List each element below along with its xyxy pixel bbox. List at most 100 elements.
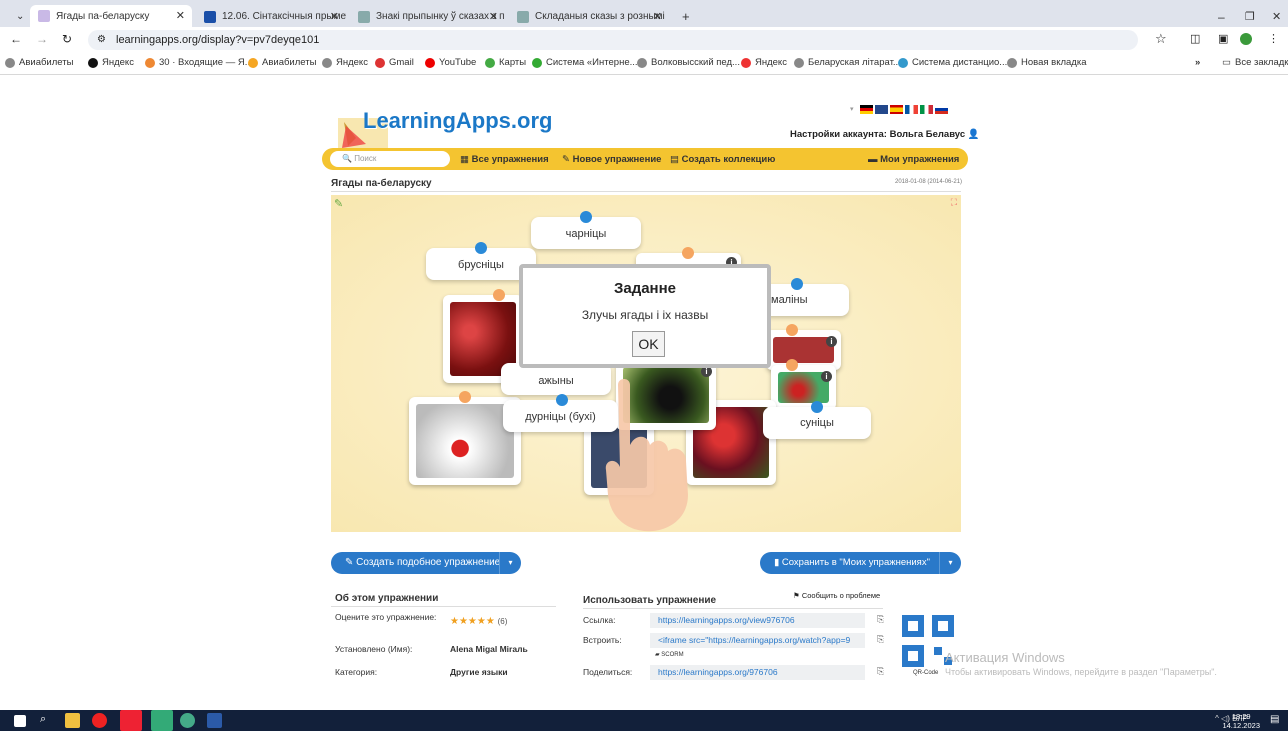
file-explorer-icon[interactable] bbox=[65, 713, 80, 728]
scorm-link[interactable]: ▰ SCORM bbox=[655, 651, 684, 658]
windows-start-icon[interactable] bbox=[14, 715, 26, 727]
info-icon[interactable]: i bbox=[826, 336, 837, 347]
language-dropdown-icon[interactable]: ▾ bbox=[850, 105, 858, 114]
nav-all-exercises[interactable]: ▦ Все упражнения bbox=[460, 154, 549, 165]
minimize-icon[interactable]: – bbox=[1210, 6, 1233, 27]
sidepanel-icon[interactable]: ▣ bbox=[1218, 32, 1228, 45]
rating-stars[interactable]: ★★★★★ (6) bbox=[450, 616, 507, 627]
bookmark-item[interactable]: Авиабилеты bbox=[248, 57, 316, 68]
close-icon[interactable]: ✕ bbox=[176, 9, 185, 22]
category-value[interactable]: Другие языки bbox=[450, 667, 508, 677]
about-heading: Об этом упражнении bbox=[335, 593, 439, 604]
connector-dot[interactable] bbox=[556, 394, 568, 406]
profile-avatar[interactable] bbox=[1240, 33, 1252, 45]
tab-search-icon[interactable]: ⌄ bbox=[8, 6, 26, 27]
tab-active[interactable]: Ягады па-беларуску ✕ bbox=[30, 5, 192, 27]
connector-dot[interactable] bbox=[493, 289, 505, 301]
flag-fr-icon[interactable] bbox=[905, 105, 918, 114]
bookmark-item[interactable]: Яндекс bbox=[741, 57, 787, 68]
opera-icon[interactable] bbox=[92, 713, 107, 728]
tab[interactable]: 12.06. Сінтаксічныя прыметы ✕ bbox=[196, 6, 346, 27]
bookmark-item[interactable]: Система дистанцио... bbox=[898, 57, 1007, 68]
bookmark-item[interactable]: Gmail bbox=[375, 57, 414, 68]
app-icon[interactable] bbox=[120, 710, 142, 731]
copy-icon[interactable]: ⎘ bbox=[877, 634, 884, 645]
dialog-ok-button[interactable]: OK bbox=[632, 331, 665, 357]
account-settings-link[interactable]: Настройки аккаунта: Вольга Белавус 👤 bbox=[790, 129, 980, 140]
edit-note-icon[interactable]: ✎ bbox=[334, 197, 343, 210]
nav-create-collection[interactable]: ▤ Создать коллекцию bbox=[670, 154, 775, 165]
nav-my-exercises[interactable]: ▬ Мои упражнения bbox=[868, 154, 959, 165]
close-icon[interactable]: ✕ bbox=[653, 10, 662, 23]
bookmark-item[interactable]: Яндекс bbox=[88, 57, 134, 68]
forward-icon[interactable]: → bbox=[36, 32, 48, 46]
info-icon[interactable]: i bbox=[821, 371, 832, 382]
connector-dot[interactable] bbox=[811, 401, 823, 413]
window-close-icon[interactable]: ✕ bbox=[1264, 6, 1288, 27]
reload-icon[interactable]: ↻ bbox=[62, 32, 72, 46]
more-bookmarks-button[interactable]: » bbox=[1195, 57, 1200, 68]
new-tab-button[interactable]: + bbox=[674, 6, 694, 27]
back-icon[interactable]: ← bbox=[10, 32, 22, 46]
copy-icon[interactable]: ⎘ bbox=[877, 666, 884, 677]
link-field[interactable]: https://learningapps.org/view976706 bbox=[650, 613, 865, 628]
menu-icon[interactable]: ⋮ bbox=[1268, 32, 1279, 45]
berry-card-lingonberry[interactable]: i bbox=[771, 359, 836, 410]
all-bookmarks-button[interactable]: ▭ Все закладки bbox=[1222, 57, 1288, 68]
bookmark-item[interactable]: Авиабилеты bbox=[5, 57, 73, 68]
flag-ru-icon[interactable] bbox=[935, 105, 948, 114]
bookmark-item[interactable]: 30 · Входящие — Я... bbox=[145, 57, 253, 68]
bookmark-item[interactable]: Беларуская літарат... bbox=[794, 57, 901, 68]
search-input[interactable]: 🔍 Поиск bbox=[330, 151, 450, 167]
extensions-icon[interactable]: ◫ bbox=[1190, 32, 1200, 45]
bookmark-item[interactable]: Новая вкладка bbox=[1007, 57, 1086, 68]
url-input[interactable]: ⚙ learningapps.org/display?v=pv7deyqe101 bbox=[88, 30, 1138, 50]
star-icon[interactable]: ☆ bbox=[1155, 31, 1167, 47]
connector-dot[interactable] bbox=[791, 278, 803, 290]
label-card[interactable]: маліны bbox=[761, 278, 849, 316]
address-bar-row: ← → ↻ ⚙ learningapps.org/display?v=pv7de… bbox=[0, 27, 1288, 53]
bookmark-item[interactable]: Волковысский пед... bbox=[637, 57, 740, 68]
connector-dot[interactable] bbox=[580, 211, 592, 223]
notification-icon[interactable]: ▤ bbox=[1270, 714, 1282, 726]
dropdown-caret-icon[interactable]: ▾ bbox=[499, 552, 521, 574]
bookmark-item[interactable]: Карты bbox=[485, 57, 526, 68]
connector-dot[interactable] bbox=[459, 391, 471, 403]
fullscreen-icon[interactable]: ⛶ bbox=[951, 197, 957, 208]
site-logo-title[interactable]: LearningApps.org bbox=[363, 108, 552, 134]
connector-dot[interactable] bbox=[475, 242, 487, 254]
tab[interactable]: Знакі прыпынку ў сказах з пр ✕ bbox=[350, 6, 505, 27]
bookmark-item[interactable]: YouTube bbox=[425, 57, 476, 68]
app-icon[interactable] bbox=[151, 710, 173, 731]
connector-dot[interactable] bbox=[786, 324, 798, 336]
close-icon[interactable]: ✕ bbox=[330, 10, 339, 23]
clock[interactable]: 18:29 14.12.2023 bbox=[1222, 712, 1260, 730]
restore-icon[interactable]: ❐ bbox=[1237, 6, 1263, 27]
chrome-icon[interactable] bbox=[180, 713, 195, 728]
bookmark-item[interactable]: Яндекс bbox=[322, 57, 368, 68]
flag-it-icon[interactable] bbox=[920, 105, 933, 114]
share-field[interactable]: https://learningapps.org/976706 bbox=[650, 665, 865, 680]
flag-gb-icon[interactable] bbox=[875, 105, 888, 114]
author-value[interactable]: Alena Migal Міrаль bbox=[450, 644, 528, 654]
flag-es-icon[interactable] bbox=[890, 105, 903, 114]
connector-dot[interactable] bbox=[682, 247, 694, 259]
bookmark-item[interactable]: Система «Интерне... bbox=[532, 57, 638, 68]
tab[interactable]: Складаныя сказы з рознымі ✕ bbox=[509, 6, 669, 27]
search-icon[interactable]: ⌕ bbox=[40, 713, 55, 728]
create-similar-button[interactable]: ✎ Создать подобное упражнение ▾ bbox=[331, 552, 521, 574]
site-settings-icon[interactable]: ⚙ bbox=[97, 30, 106, 50]
dropdown-caret-icon[interactable]: ▾ bbox=[939, 552, 961, 574]
berry-card-raspberry[interactable]: i bbox=[766, 324, 841, 370]
embed-field[interactable]: <iframe src="https://learningapps.org/wa… bbox=[650, 633, 865, 648]
nav-new-exercise[interactable]: ✎ Новое упражнение bbox=[562, 154, 661, 165]
flag-de-icon[interactable] bbox=[860, 105, 873, 114]
label-card[interactable]: суніцы bbox=[763, 401, 871, 439]
copy-icon[interactable]: ⎘ bbox=[877, 614, 884, 625]
close-icon[interactable]: ✕ bbox=[489, 10, 498, 23]
connector-dot[interactable] bbox=[786, 359, 798, 371]
save-to-my-exercises-button[interactable]: ▮ Сохранить в "Моих упражнениях" ▾ bbox=[760, 552, 961, 574]
report-problem-link[interactable]: ⚑ Сообщить о проблеме bbox=[793, 591, 880, 600]
word-icon[interactable] bbox=[207, 713, 222, 728]
label-card[interactable]: чарніцы bbox=[531, 211, 641, 249]
